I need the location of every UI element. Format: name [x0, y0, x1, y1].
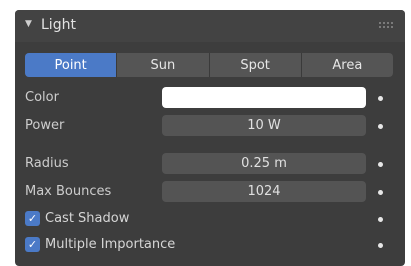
cast-shadow-keyframe-dot-icon[interactable] [378, 217, 383, 222]
light-type-selector: Point Sun Spot Area [25, 53, 393, 77]
cast-shadow-checkbox[interactable]: ✓ [25, 211, 40, 226]
color-label: Color [25, 90, 59, 105]
panel-header[interactable]: ▼ Light [15, 10, 405, 42]
multiple-importance-keyframe-dot-icon[interactable] [378, 243, 383, 248]
radius-field[interactable]: 0.25 m [162, 153, 366, 174]
cast-shadow-label[interactable]: Cast Shadow [45, 211, 129, 226]
power-field[interactable]: 10 W [162, 115, 366, 136]
radius-label: Radius [25, 156, 69, 171]
panel-title: Light [41, 17, 76, 33]
drag-grip-icon[interactable] [379, 22, 393, 28]
light-type-sun-button[interactable]: Sun [116, 53, 208, 77]
max-bounces-label: Max Bounces [25, 184, 112, 199]
color-keyframe-dot-icon[interactable] [378, 96, 383, 101]
power-label: Power [25, 118, 65, 133]
light-type-point-button[interactable]: Point [25, 53, 117, 77]
collapse-arrow-icon[interactable]: ▼ [25, 19, 32, 29]
light-panel: ▼ Light Point Sun Spot Area Color Power … [15, 10, 405, 266]
power-keyframe-dot-icon[interactable] [378, 124, 383, 129]
light-type-area-button[interactable]: Area [300, 53, 393, 77]
max-bounces-keyframe-dot-icon[interactable] [378, 190, 383, 195]
multiple-importance-label[interactable]: Multiple Importance [45, 237, 175, 252]
radius-keyframe-dot-icon[interactable] [378, 162, 383, 167]
multiple-importance-checkbox[interactable]: ✓ [25, 237, 40, 252]
color-swatch[interactable] [162, 87, 366, 108]
max-bounces-field[interactable]: 1024 [162, 181, 366, 202]
light-type-spot-button[interactable]: Spot [208, 53, 301, 77]
